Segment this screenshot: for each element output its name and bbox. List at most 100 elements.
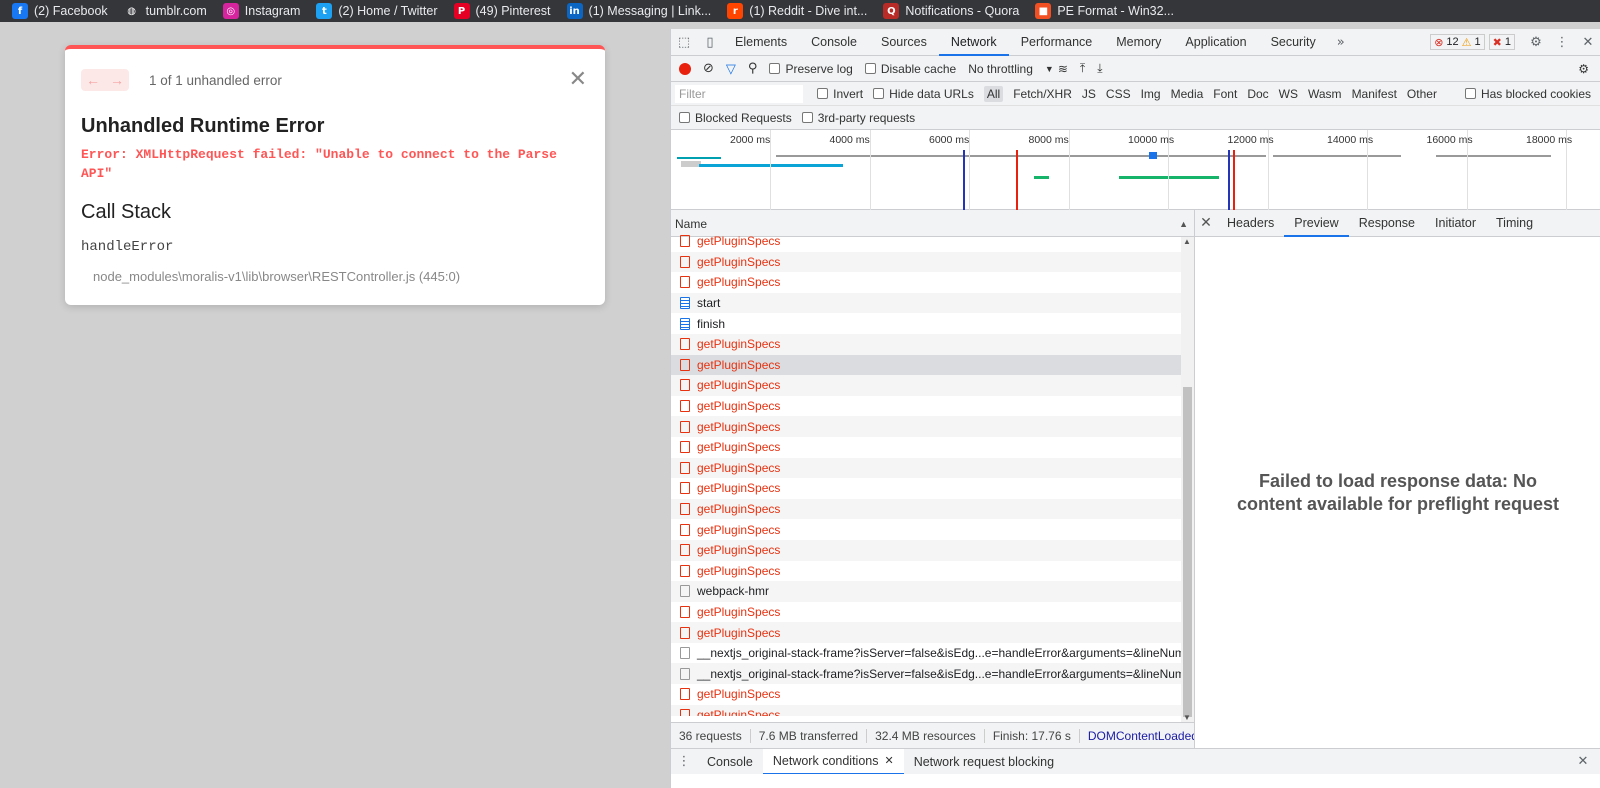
import-har-icon[interactable]: ⤒ xyxy=(1080,61,1085,76)
request-row[interactable]: getPluginSpecs xyxy=(671,272,1181,293)
close-drawer-icon[interactable]: ✕ xyxy=(1570,748,1596,774)
network-overview-timeline[interactable]: 2000 ms 4000 ms 6000 ms 8000 ms 10000 ms 1200… xyxy=(671,130,1600,210)
scrollbar-thumb[interactable] xyxy=(1183,387,1192,717)
request-row[interactable]: getPluginSpecs xyxy=(671,437,1181,458)
tab-performance[interactable]: Performance xyxy=(1009,29,1105,56)
bookmark-item[interactable]: Q Notifications - Quora xyxy=(883,3,1019,19)
drawer-tab-label: Console xyxy=(707,754,753,769)
request-row[interactable]: getPluginSpecs xyxy=(671,375,1181,396)
filter-type-all[interactable]: All xyxy=(983,85,1004,102)
previous-error-button[interactable]: ← xyxy=(81,69,105,91)
errors-badge[interactable]: ⊗ 12 ⚠ 1 xyxy=(1430,34,1485,50)
tab-memory[interactable]: Memory xyxy=(1104,29,1173,56)
bookmark-item[interactable]: ◎ Instagram xyxy=(222,3,300,19)
request-row[interactable]: getPluginSpecs xyxy=(671,622,1181,643)
filter-type-wasm[interactable]: Wasm xyxy=(1308,86,1342,102)
filter-type-fetch-xhr[interactable]: Fetch/XHR xyxy=(1013,86,1072,102)
bookmark-item[interactable]: f (2) Facebook xyxy=(12,3,108,19)
request-row[interactable]: getPluginSpecs xyxy=(671,478,1181,499)
tab-security[interactable]: Security xyxy=(1259,29,1328,56)
invert-checkbox[interactable]: Invert xyxy=(817,87,863,101)
blocked-requests-checkbox[interactable]: Blocked Requests xyxy=(679,111,792,125)
issues-badge[interactable]: ✖ 1 xyxy=(1488,34,1515,50)
request-row[interactable]: getPluginSpecs xyxy=(671,561,1181,582)
detail-tab-initiator[interactable]: Initiator xyxy=(1425,210,1486,237)
filter-type-font[interactable]: Font xyxy=(1213,86,1237,102)
filter-type-doc[interactable]: Doc xyxy=(1247,86,1268,102)
request-row[interactable]: start xyxy=(671,292,1181,314)
tab-console[interactable]: Console xyxy=(799,29,869,56)
more-options-icon[interactable]: ⋮ xyxy=(1549,29,1575,55)
close-detail-icon[interactable]: ✕ xyxy=(1195,215,1217,231)
request-row[interactable]: getPluginSpecs xyxy=(671,416,1181,437)
request-row[interactable]: getPluginSpecs xyxy=(671,231,1181,252)
filter-input[interactable]: Filter xyxy=(675,84,804,103)
network-conditions-icon[interactable]: ≋ xyxy=(1058,62,1068,76)
search-icon[interactable]: ⚲ xyxy=(748,61,758,76)
request-row[interactable]: webpack-hmr xyxy=(671,581,1181,602)
tab-sources[interactable]: Sources xyxy=(869,29,939,56)
filter-type-other[interactable]: Other xyxy=(1407,86,1437,102)
detail-tab-preview[interactable]: Preview xyxy=(1284,210,1349,237)
request-row[interactable]: getPluginSpecs xyxy=(671,251,1181,273)
request-row[interactable]: getPluginSpecs xyxy=(671,684,1181,705)
filter-icon[interactable]: ▽ xyxy=(726,61,736,77)
bookmark-item[interactable]: ◍ tumblr.com xyxy=(123,3,207,19)
close-tab-icon[interactable]: ✕ xyxy=(884,748,893,774)
network-settings-icon[interactable]: ⚙ xyxy=(1578,62,1589,76)
close-icon[interactable]: ✕ xyxy=(569,69,587,91)
hide-data-urls-checkbox[interactable]: Hide data URLs xyxy=(873,87,974,101)
third-party-checkbox[interactable]: 3rd-party requests xyxy=(801,111,915,125)
filter-type-img[interactable]: Img xyxy=(1141,86,1161,102)
close-devtools-icon[interactable]: ✕ xyxy=(1575,29,1600,55)
bookmark-item[interactable]: ■ PE Format - Win32... xyxy=(1035,3,1174,19)
request-row[interactable]: __nextjs_original-stack-frame?isServer=f… xyxy=(671,663,1181,685)
drawer-tab-console[interactable]: Console xyxy=(697,749,763,775)
detail-tab-response[interactable]: Response xyxy=(1349,210,1425,237)
request-row[interactable]: getPluginSpecs xyxy=(671,396,1181,417)
request-row[interactable]: getPluginSpecs xyxy=(671,704,1181,716)
filter-type-media[interactable]: Media xyxy=(1171,86,1204,102)
request-row[interactable]: getPluginSpecs xyxy=(671,498,1181,520)
has-blocked-cookies-checkbox[interactable]: Has blocked cookies xyxy=(1464,87,1591,101)
request-row[interactable]: getPluginSpecs xyxy=(671,602,1181,623)
request-row[interactable]: getPluginSpecs xyxy=(671,333,1181,355)
bookmark-item[interactable]: P (49) Pinterest xyxy=(453,3,551,19)
scroll-down-icon[interactable]: ▼ xyxy=(1183,713,1191,722)
drawer-menu-icon[interactable]: ⋮ xyxy=(671,749,697,775)
request-row[interactable]: finish xyxy=(671,313,1181,334)
request-row[interactable]: getPluginSpecs xyxy=(671,539,1181,561)
request-row[interactable]: getPluginSpecs xyxy=(671,457,1181,479)
drawer-tab-network-request-blocking[interactable]: Network request blocking xyxy=(904,749,1064,775)
bookmark-item[interactable]: t (2) Home / Twitter xyxy=(316,3,438,19)
tab-network[interactable]: Network xyxy=(938,29,1009,56)
scroll-up-icon[interactable]: ▲ xyxy=(1183,237,1191,246)
filter-type-manifest[interactable]: Manifest xyxy=(1352,86,1397,102)
request-list-scrollbar[interactable]: ▲ ▼ xyxy=(1181,237,1194,722)
next-error-button[interactable]: → xyxy=(105,69,129,91)
more-tabs-icon[interactable]: » xyxy=(1328,29,1354,55)
request-row[interactable]: __nextjs_original-stack-frame?isServer=f… xyxy=(671,643,1181,664)
export-har-icon[interactable]: ⤓ xyxy=(1097,61,1102,76)
bookmark-item[interactable]: in (1) Messaging | Link... xyxy=(566,3,711,19)
tab-elements[interactable]: Elements xyxy=(723,29,799,56)
filter-type-ws[interactable]: WS xyxy=(1279,86,1298,102)
device-toolbar-icon[interactable]: ▯ xyxy=(697,29,723,55)
filter-type-js[interactable]: JS xyxy=(1082,86,1096,102)
request-row[interactable]: getPluginSpecs xyxy=(671,519,1181,540)
request-row[interactable]: getPluginSpecs xyxy=(671,354,1181,376)
filter-type-css[interactable]: CSS xyxy=(1106,86,1131,102)
record-button[interactable] xyxy=(679,62,691,75)
bookmark-item[interactable]: r (1) Reddit - Dive int... xyxy=(727,3,867,19)
detail-tab-headers[interactable]: Headers xyxy=(1217,210,1284,237)
throttling-select[interactable]: No throttling ▼ xyxy=(968,62,1054,76)
inspect-element-icon[interactable]: ⬚ xyxy=(671,29,697,55)
drawer-tab-network-conditions[interactable]: Network conditions ✕ xyxy=(762,748,904,775)
preserve-log-checkbox[interactable]: Preserve log xyxy=(769,62,853,76)
settings-gear-icon[interactable]: ⚙ xyxy=(1523,29,1549,55)
disable-cache-checkbox[interactable]: Disable cache xyxy=(864,62,956,76)
clear-icon[interactable]: ⊘ xyxy=(703,61,714,76)
call-stack-file[interactable]: node_modules\moralis-v1\lib\browser\REST… xyxy=(93,269,460,284)
detail-tab-timing[interactable]: Timing xyxy=(1486,210,1543,237)
tab-application[interactable]: Application xyxy=(1173,29,1258,56)
